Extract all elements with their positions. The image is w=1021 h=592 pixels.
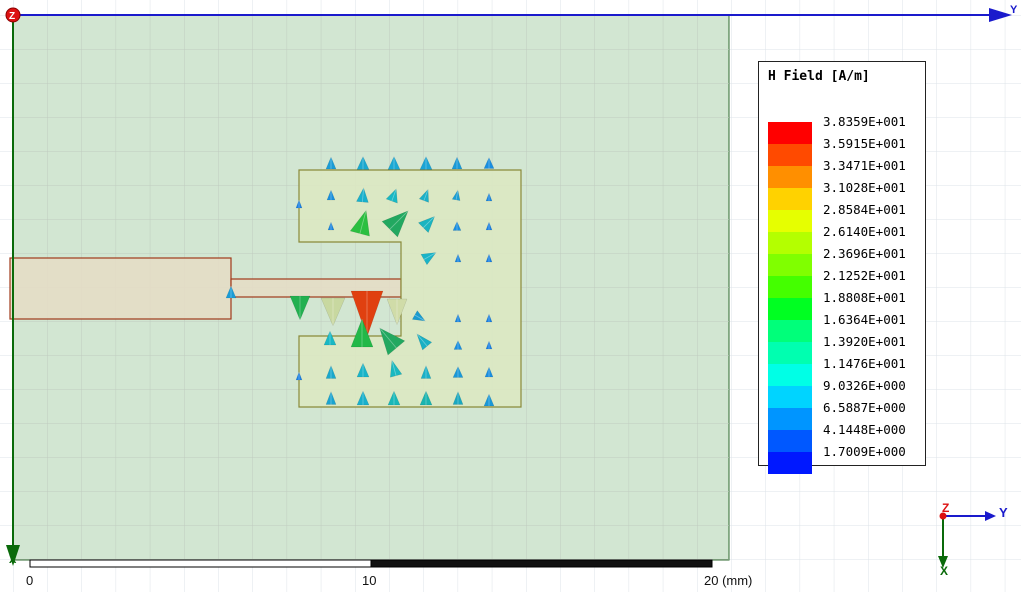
legend-swatch <box>768 408 812 430</box>
legend-swatch <box>768 452 812 474</box>
legend-value: 1.3920E+001 <box>823 334 906 349</box>
scale-label-20: 20 (mm) <box>704 573 753 588</box>
triad-x-label: X <box>940 564 948 578</box>
scale-bar-white <box>29 559 372 568</box>
legend-value: 2.8584E+001 <box>823 202 906 217</box>
legend-value: 6.5887E+000 <box>823 400 906 415</box>
legend-swatch <box>768 386 812 408</box>
feed-line[interactable] <box>9 257 232 320</box>
scale-label-0: 0 <box>26 573 34 588</box>
legend-value: 1.6364E+001 <box>823 312 906 327</box>
legend-value: 3.5915E+001 <box>823 136 906 151</box>
legend-swatch <box>768 188 812 210</box>
legend-swatch <box>768 210 812 232</box>
field-legend[interactable]: H Field [A/m] 3.8359E+001 3.5915E+001 3.34… <box>758 61 926 474</box>
legend-swatch <box>768 364 812 386</box>
triad-z-label: Z <box>942 501 949 515</box>
legend-title: H Field [A/m] <box>768 69 870 84</box>
legend-swatch <box>768 276 812 298</box>
legend-swatch <box>768 232 812 254</box>
legend-value: 1.1476E+001 <box>823 356 906 371</box>
legend-value: 3.3471E+001 <box>823 158 906 173</box>
legend-value: 2.3696E+001 <box>823 246 906 261</box>
triad-y-label: Y <box>999 505 1008 520</box>
legend-swatch <box>768 122 812 144</box>
z-axis-label: Z <box>9 11 15 22</box>
legend-swatch <box>768 320 812 342</box>
scale-bar-black <box>370 559 713 568</box>
legend-swatch <box>768 144 812 166</box>
legend-swatch <box>768 254 812 276</box>
legend-value: 3.8359E+001 <box>823 114 906 129</box>
legend-swatch <box>768 342 812 364</box>
legend-swatch <box>768 298 812 320</box>
legend-value: 3.1028E+001 <box>823 180 906 195</box>
legend-swatch <box>768 166 812 188</box>
legend-swatch <box>768 430 812 452</box>
legend-value: 1.7009E+000 <box>823 444 906 459</box>
legend-value: 2.1252E+001 <box>823 268 906 283</box>
x-axis-label: X <box>9 554 17 566</box>
legend-value: 2.6140E+001 <box>823 224 906 239</box>
legend-value: 1.8808E+001 <box>823 290 906 305</box>
scale-label-10: 10 <box>362 573 377 588</box>
legend-value: 4.1448E+000 <box>823 422 906 437</box>
y-axis-label: Y <box>1010 4 1018 16</box>
legend-value: 9.0326E+000 <box>823 378 906 393</box>
